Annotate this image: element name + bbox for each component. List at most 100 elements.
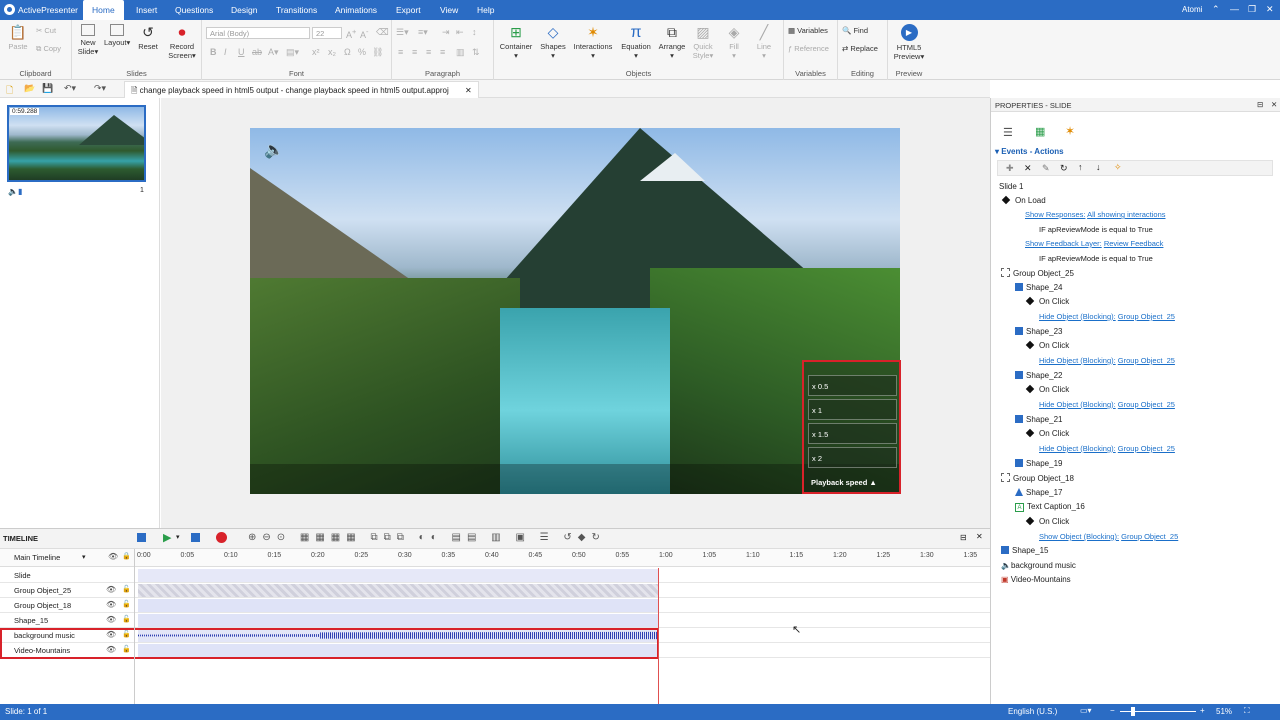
tree-video[interactable]: ▣ Video-Mountains bbox=[1001, 575, 1071, 584]
pin-icon[interactable]: ⊟ bbox=[960, 533, 967, 542]
visibility-icon[interactable]: 👁 bbox=[106, 615, 116, 624]
slide-thumbnail[interactable]: 0:59.288 bbox=[7, 105, 146, 182]
select-icon[interactable] bbox=[137, 533, 146, 542]
tab-transitions[interactable]: Transitions bbox=[267, 0, 326, 20]
font-name-select[interactable]: Arial (Body) bbox=[206, 27, 310, 39]
speed-option-0-5[interactable]: x 0.5 bbox=[808, 375, 897, 396]
bullets-icon[interactable]: ☰▾ bbox=[396, 27, 409, 38]
tab-home[interactable]: Home bbox=[83, 0, 124, 20]
tree-shape15[interactable]: Shape_15 bbox=[1001, 546, 1048, 555]
timeline-row-group25[interactable]: Group Object_25 👁 🔓 bbox=[0, 583, 990, 598]
speed-option-2[interactable]: x 2 bbox=[808, 447, 897, 468]
italic-icon[interactable]: I bbox=[224, 47, 227, 57]
outdent-icon[interactable]: ⇤ bbox=[456, 27, 464, 38]
close-icon[interactable]: ✕ bbox=[1266, 4, 1274, 15]
event-on-click[interactable]: On Click bbox=[1025, 296, 1069, 306]
action-hide-object[interactable]: Hide Object (Blocking): Group Object_25 bbox=[1039, 444, 1175, 453]
interactivity-tab-icon[interactable]: ✶ bbox=[1065, 124, 1075, 138]
fill-button[interactable]: ◈ Fill ▾ bbox=[722, 24, 746, 61]
shrink-font-icon[interactable]: A- bbox=[360, 27, 369, 40]
record-screen-button[interactable]: ⏺ Record Screen▾ bbox=[166, 24, 198, 61]
volume-icon[interactable]: 🔈 bbox=[264, 140, 284, 160]
font-color-icon[interactable]: A▾ bbox=[268, 47, 279, 58]
close-document-icon[interactable]: ✕ bbox=[465, 86, 472, 95]
tree-shape17[interactable]: Shape_17 bbox=[1015, 488, 1062, 497]
redo-icon[interactable]: ↷▾ bbox=[94, 83, 106, 94]
save-icon[interactable]: 💾 bbox=[42, 83, 53, 94]
line-spacing-icon[interactable]: ↕ bbox=[472, 27, 477, 37]
timeline-tools-icon[interactable]: ⊕⊖⊙ ▦▦▦▦ ⧉⧉⧉ ◐◐ ▤▤ ▥ ▣ ☰ ↺◆↻ bbox=[248, 532, 606, 543]
new-slide-button[interactable]: New Slide▾ bbox=[76, 24, 100, 56]
paste-button[interactable]: 📋 Paste bbox=[6, 24, 30, 52]
action-hide-object[interactable]: Hide Object (Blocking): Group Object_25 bbox=[1039, 312, 1175, 321]
strikethrough-icon[interactable]: ab bbox=[252, 47, 262, 57]
superscript-icon[interactable]: x² bbox=[312, 47, 320, 57]
variables-button[interactable]: ▦ Variables bbox=[788, 26, 828, 35]
zoom-slider-thumb[interactable] bbox=[1131, 707, 1135, 716]
replace-button[interactable]: ⇄ Replace bbox=[842, 44, 878, 53]
ribbon-collapse-icon[interactable]: ⌃ bbox=[1212, 4, 1220, 15]
quick-style-button[interactable]: ▨ Quick Style▾ bbox=[690, 24, 716, 61]
timeline-close-icon[interactable]: ✕ bbox=[976, 532, 983, 541]
tree-group25[interactable]: Group Object_25 bbox=[1001, 268, 1074, 278]
tab-questions[interactable]: Questions bbox=[166, 0, 222, 20]
visibility-icon[interactable]: 👁 bbox=[106, 600, 116, 609]
tab-view[interactable]: View bbox=[431, 0, 467, 20]
speed-option-1-5[interactable]: x 1.5 bbox=[808, 423, 897, 444]
timeline-row-slide[interactable]: Slide bbox=[0, 568, 990, 583]
action-show-object[interactable]: Show Object (Blocking): Group Object_25 bbox=[1039, 532, 1178, 541]
fullscreen-icon[interactable]: ⛶ bbox=[1244, 706, 1250, 716]
action-hide-object[interactable]: Hide Object (Blocking): Group Object_25 bbox=[1039, 400, 1175, 409]
record-timeline-icon[interactable] bbox=[216, 532, 227, 543]
add-event-icon[interactable]: ✚ bbox=[1006, 163, 1014, 174]
find-button[interactable]: 🔍 Find bbox=[842, 26, 868, 35]
event-on-click[interactable]: On Click bbox=[1025, 384, 1069, 394]
play-icon[interactable]: ▶ bbox=[163, 531, 171, 544]
zoom-in-icon[interactable]: + bbox=[1200, 706, 1205, 715]
tree-shape23[interactable]: Shape_23 bbox=[1015, 327, 1062, 336]
justify-icon[interactable]: ≡ bbox=[440, 47, 445, 57]
new-file-icon[interactable]: 🗋 bbox=[6, 83, 13, 99]
numbering-icon[interactable]: ≡▾ bbox=[418, 27, 428, 38]
lock-icon[interactable]: 🔓 bbox=[122, 615, 131, 623]
play-dropdown-icon[interactable]: ▾ bbox=[176, 533, 180, 541]
tree-group18[interactable]: Group Object_18 bbox=[1001, 473, 1074, 483]
interactions-button[interactable]: ✶ Interactions ▾ bbox=[570, 24, 616, 61]
tab-help[interactable]: Help bbox=[468, 0, 503, 20]
equation-button[interactable]: π Equation ▾ bbox=[618, 24, 654, 60]
cut-button[interactable]: ✂ Cut bbox=[36, 26, 56, 35]
zoom-level[interactable]: 51% bbox=[1216, 707, 1232, 716]
properties-close-icon[interactable]: ✕ bbox=[1271, 100, 1277, 109]
zoom-out-icon[interactable]: − bbox=[1110, 706, 1115, 715]
timeline-row-shape15[interactable]: Shape_15 👁 🔓 bbox=[0, 613, 990, 628]
highlight-icon[interactable]: ▤▾ bbox=[286, 47, 299, 58]
speed-option-1[interactable]: x 1 bbox=[808, 399, 897, 420]
layout-button[interactable]: Layout▾ bbox=[104, 24, 130, 47]
columns-icon[interactable]: ▥ bbox=[456, 47, 465, 58]
action-show-responses[interactable]: Show Responses: All showing interactions bbox=[1025, 210, 1166, 219]
event-on-click[interactable]: On Click bbox=[1025, 516, 1069, 526]
tab-insert[interactable]: Insert bbox=[127, 0, 166, 20]
refresh-icon[interactable]: ↻ bbox=[1060, 163, 1068, 174]
open-file-icon[interactable]: 📂 bbox=[24, 83, 35, 94]
minimize-icon[interactable]: — bbox=[1230, 4, 1239, 14]
case-icon[interactable]: % bbox=[358, 47, 366, 57]
move-down-icon[interactable]: ↓ bbox=[1096, 162, 1101, 172]
event-on-click[interactable]: On Click bbox=[1025, 340, 1069, 350]
playback-speed-button[interactable]: Playback speed ▲ bbox=[804, 473, 899, 492]
lock-icon[interactable]: 🔓 bbox=[122, 585, 131, 593]
reset-button[interactable]: ↺ Reset bbox=[136, 24, 160, 52]
timeline-dropdown-icon[interactable]: ▾ bbox=[82, 553, 86, 561]
stop-icon[interactable] bbox=[191, 533, 200, 542]
font-size-select[interactable]: 22 bbox=[312, 27, 342, 39]
copy-button[interactable]: ⧉ Copy bbox=[36, 44, 61, 54]
language-indicator[interactable]: English (U.S.) bbox=[1008, 707, 1057, 716]
html5-preview-button[interactable]: ▶ HTML5 Preview▾ bbox=[891, 24, 927, 61]
user-name[interactable]: Atomi bbox=[1182, 5, 1202, 14]
tab-animations[interactable]: Animations bbox=[326, 0, 386, 20]
action-hide-object[interactable]: Hide Object (Blocking): Group Object_25 bbox=[1039, 356, 1175, 365]
tab-design[interactable]: Design bbox=[222, 0, 266, 20]
event-slide[interactable]: Slide 1 bbox=[999, 182, 1023, 191]
align-right-icon[interactable]: ≡ bbox=[426, 47, 431, 57]
container-button[interactable]: ⊞ Container ▾ bbox=[498, 24, 534, 61]
